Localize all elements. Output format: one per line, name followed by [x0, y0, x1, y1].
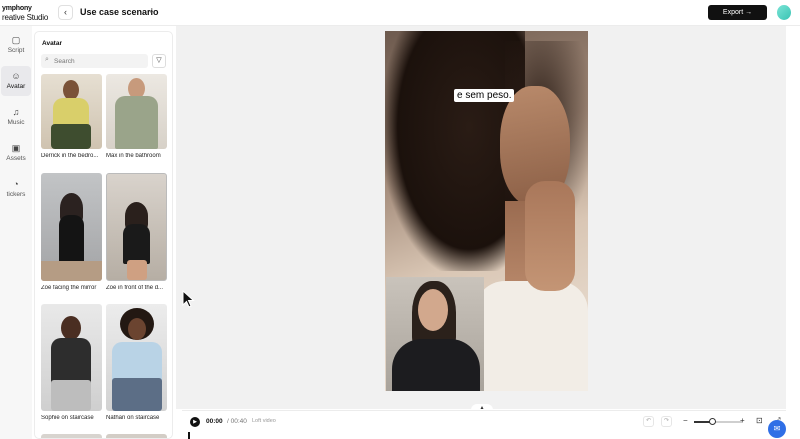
zoom-in-button[interactable]: + — [740, 416, 745, 425]
avatar-thumbnail[interactable] — [41, 434, 102, 438]
rail-label-assets: Assets — [6, 155, 26, 162]
export-button[interactable]: Export → — [708, 5, 767, 20]
avatar-thumbnail[interactable] — [41, 173, 102, 281]
avatar-name: Nathan on staircase — [106, 415, 160, 421]
chat-button[interactable]: ✉ — [768, 420, 786, 438]
rail-item-avatar[interactable]: ☺ Avatar — [1, 66, 31, 96]
play-icon: ▶ — [193, 419, 197, 425]
chat-icon: ✉ — [773, 424, 781, 433]
rail-item-script[interactable]: ▢ Script — [1, 30, 31, 60]
subject-hand — [525, 181, 575, 291]
video-info: Loft video — [252, 418, 276, 424]
avatar-name: Zoe facing the mirror — [41, 285, 97, 291]
avatar-thumbnail[interactable] — [106, 173, 167, 281]
zoom-out-button[interactable]: − — [683, 416, 688, 425]
filter-icon: ▽ — [156, 57, 162, 64]
avatar-panel: Avatar ⌕ ▽ Derrick in the bedro... Max i… — [34, 31, 173, 439]
search-icon: ⌕ — [45, 56, 49, 63]
canvas-area: e sem peso. ▴ — [176, 26, 786, 412]
rail-item-assets[interactable]: ▣ Assets — [1, 138, 31, 168]
avatar-card-nathan[interactable]: Nathan on staircase — [106, 304, 168, 421]
rail-label-music: Music — [7, 119, 25, 126]
brand-line1: ymphony — [2, 5, 32, 12]
avatar-thumbnail[interactable] — [41, 74, 102, 149]
avatar-card-sophie[interactable]: Sophie on staircase — [41, 304, 103, 421]
assets-icon: ▣ — [11, 143, 21, 153]
undo-button[interactable]: ↶ — [643, 416, 654, 427]
profile-avatar[interactable] — [777, 5, 791, 20]
redo-button[interactable]: ↷ — [661, 416, 672, 427]
script-icon: ▢ — [11, 35, 21, 45]
avatar-thumbnail[interactable] — [106, 74, 167, 149]
project-title[interactable]: Use case scenario — [80, 7, 159, 17]
current-time: 00:00 — [206, 418, 223, 425]
avatar-card-zoe-front[interactable]: Zoe in front of the d... — [106, 173, 168, 291]
fit-icon: ⊡ — [756, 416, 763, 425]
avatar-name: Max in the bathroom — [106, 153, 161, 159]
rail-label-stickers: tickers — [6, 191, 26, 198]
total-time: / 00:40 — [227, 418, 247, 425]
top-bar: ymphony reative Studio ‹ Use case scenar… — [0, 0, 800, 26]
avatar-card-partial[interactable] — [106, 434, 168, 438]
avatar-thumbnail[interactable] — [41, 304, 102, 411]
mouse-cursor-icon — [182, 290, 195, 308]
zoom-slider-knob[interactable] — [709, 418, 717, 425]
search-box[interactable]: ⌕ — [41, 54, 148, 68]
avatar-card-max[interactable]: Max in the bathroom — [106, 74, 168, 159]
back-button[interactable]: ‹ — [58, 5, 73, 20]
avatar-name: Zoe in front of the d... — [106, 285, 164, 291]
avatar-name: Sophie on staircase — [41, 415, 94, 421]
avatar-card-partial[interactable] — [41, 434, 103, 438]
avatar-thumbnail[interactable] — [106, 304, 167, 411]
panel-title: Avatar — [42, 40, 62, 47]
avatar-card-derrick[interactable]: Derrick in the bedro... — [41, 74, 103, 159]
minus-icon: − — [683, 416, 688, 425]
undo-icon: ↶ — [645, 418, 652, 424]
redo-icon: ↷ — [663, 418, 670, 424]
filter-button[interactable]: ▽ — [152, 54, 166, 68]
avatar-overlay[interactable] — [386, 277, 484, 391]
chevron-down-icon[interactable]: ⌄ — [148, 6, 155, 15]
fit-button[interactable]: ⊡ — [756, 416, 763, 425]
avatar-card-zoe-mirror[interactable]: Zoe facing the mirror — [41, 173, 103, 291]
video-preview[interactable]: e sem peso. — [385, 31, 588, 391]
play-button[interactable]: ▶ — [190, 417, 200, 427]
rail-label-avatar: Avatar — [6, 83, 26, 90]
zoom-slider[interactable] — [694, 418, 742, 425]
avatar-icon: ☺ — [11, 71, 21, 81]
rail-item-stickers[interactable]: ◔ tickers — [1, 174, 31, 204]
subject-top — [475, 281, 588, 391]
rail-label-script: Script — [7, 47, 25, 54]
timeline-playhead[interactable] — [188, 432, 190, 439]
plus-icon: + — [740, 416, 745, 425]
brand-logo: ymphony reative Studio — [2, 4, 48, 22]
video-caption[interactable]: e sem peso. — [454, 89, 515, 102]
search-input[interactable] — [54, 56, 144, 66]
brand-line2: reative Studio — [2, 13, 49, 22]
music-icon: ♫ — [12, 107, 20, 117]
stickers-icon: ◔ — [13, 179, 19, 189]
left-rail: ▢ Script ☺ Avatar ♫ Music ▣ Assets ◔ tic… — [0, 26, 32, 439]
chevron-left-icon: ‹ — [64, 7, 67, 17]
playback-bar: ▶ 00:00 / 00:40 Loft video ↶ ↷ − + ⊡ ⤢ — [182, 410, 786, 432]
rail-item-music[interactable]: ♫ Music — [1, 102, 31, 132]
avatar-thumbnail[interactable] — [106, 434, 167, 438]
avatar-name: Derrick in the bedro... — [41, 153, 99, 159]
